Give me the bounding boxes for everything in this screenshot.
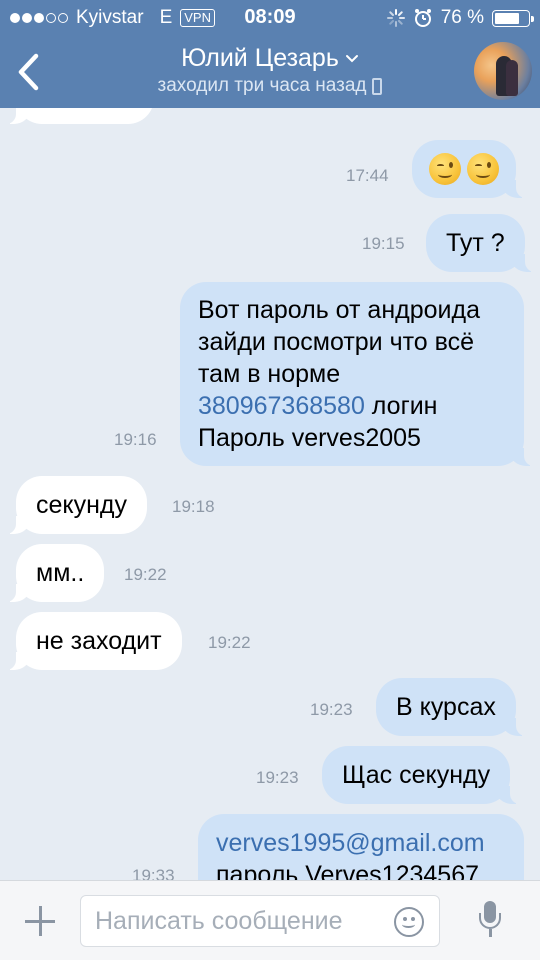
avatar[interactable] — [474, 42, 532, 100]
back-button[interactable] — [10, 52, 46, 92]
last-seen-row: заходил три часа назад — [158, 75, 383, 97]
message-text: пароль Verves1234567 — [216, 861, 480, 880]
message-text: Щас секунду — [342, 761, 491, 789]
message-bubble-outgoing[interactable]: Вот пароль от андроида зайди посмотри чт… — [180, 282, 536, 466]
loading-spinner-icon — [386, 9, 405, 27]
message-text: мм.. — [36, 559, 85, 587]
contact-name: Юлий Цезарь — [181, 44, 339, 72]
message-text-line: зайди посмотри что всё — [198, 328, 475, 356]
contact-name-row[interactable]: Юлий Цезарь — [181, 44, 359, 73]
message-bubble-incoming[interactable]: мм.. — [3, 544, 105, 602]
message-text-line: там в норме — [198, 360, 341, 388]
message-time: 19:18 — [172, 497, 215, 516]
message-text-line: Вот пароль от андроида — [198, 296, 480, 324]
message-time: 19:33 — [132, 866, 175, 880]
message-input[interactable] — [80, 895, 440, 947]
email-link[interactable]: verves1995@gmail.com — [216, 827, 506, 859]
chat-header: Kyivstar E VPN 08:09 76 % Юлий Цезарь за… — [0, 0, 540, 108]
message-text: Тут ? — [446, 229, 505, 257]
message-text: логин — [364, 392, 438, 420]
message-bubble-outgoing[interactable]: Щас секунду — [322, 746, 523, 804]
message-bubble-partial[interactable] — [4, 108, 154, 124]
message-time: 19:22 — [208, 633, 251, 652]
last-seen-text: заходил три часа назад — [157, 75, 367, 96]
message-list[interactable]: 17:44 19:15 Тут ? 19:16 Вот пароль от ан… — [0, 108, 540, 880]
status-right: 76 % — [386, 7, 534, 29]
message-composer — [0, 880, 540, 960]
message-bubble-outgoing[interactable] — [412, 140, 528, 198]
wink-emoji-icon — [467, 153, 499, 186]
message-bubble-incoming[interactable]: секунду — [3, 476, 148, 534]
message-time: 19:15 — [362, 234, 405, 253]
wink-emoji-icon — [429, 153, 461, 186]
phone-icon — [372, 77, 383, 95]
message-text: секунду — [36, 491, 128, 519]
message-time: 19:22 — [124, 565, 167, 584]
message-text: не заходит — [36, 627, 162, 655]
message-text: В курсах — [396, 693, 496, 721]
status-bar: Kyivstar E VPN 08:09 76 % — [0, 0, 540, 36]
message-text-line: Пароль verves2005 — [198, 424, 421, 452]
message-bubble-incoming[interactable]: не заходит — [4, 612, 182, 670]
dropdown-chevron-icon — [345, 54, 358, 62]
message-bubble-outgoing[interactable]: verves1995@gmail.com пароль Verves123456… — [198, 814, 524, 880]
message-bubble-outgoing[interactable]: Тут ? — [426, 214, 537, 272]
battery-percent: 76 % — [440, 7, 484, 28]
microphone-icon[interactable] — [476, 901, 506, 943]
battery-icon — [492, 9, 534, 27]
message-time: 19:16 — [114, 430, 157, 449]
alarm-icon — [414, 9, 431, 27]
back-chevron-icon — [18, 53, 39, 91]
message-time: 17:44 — [346, 166, 389, 185]
phone-number-link[interactable]: 380967368580 — [198, 392, 365, 420]
attach-plus-icon[interactable] — [22, 903, 58, 939]
message-bubble-outgoing[interactable]: В курсах — [376, 678, 528, 736]
smile-icon[interactable] — [394, 907, 424, 937]
message-time: 19:23 — [310, 700, 353, 719]
conversation-title[interactable]: Юлий Цезарь заходил три часа назад — [100, 44, 440, 97]
message-time: 19:23 — [256, 768, 299, 787]
